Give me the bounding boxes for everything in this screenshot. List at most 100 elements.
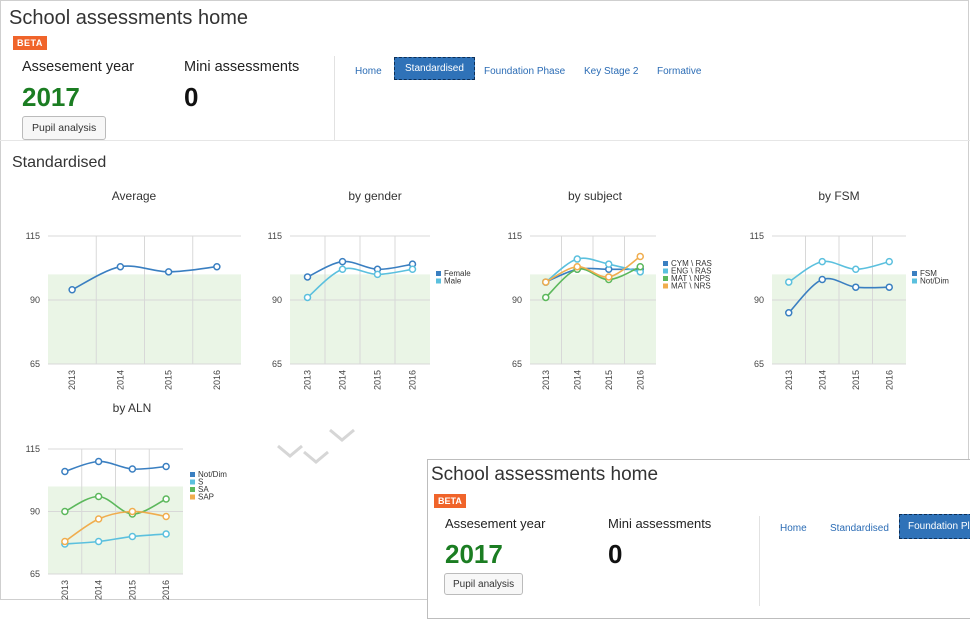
checkmark-icon	[329, 428, 355, 442]
x-tick-label: 2015	[851, 370, 861, 390]
legend-swatch	[190, 487, 195, 492]
overlay-beta-badge: BETA	[434, 494, 466, 508]
chart-title: by FSM	[818, 189, 859, 203]
x-tick-label: 2013	[60, 580, 70, 600]
chart-3: 65901152013 2014 2015 2016by FSMFSMNot/Dim	[750, 189, 950, 390]
data-point	[162, 530, 170, 538]
y-tick-label: 65	[512, 359, 522, 369]
x-tick-label: 2013	[67, 370, 77, 390]
data-point	[128, 507, 137, 516]
data-point	[573, 255, 581, 263]
data-point	[818, 275, 826, 284]
legend-swatch	[912, 278, 917, 284]
y-tick-label: 90	[754, 295, 764, 305]
legend-label: Male	[444, 277, 462, 286]
data-point	[61, 507, 69, 516]
x-tick-label: 2016	[161, 580, 171, 600]
y-tick-label: 65	[30, 569, 40, 579]
data-point	[128, 465, 137, 473]
data-point	[373, 270, 382, 279]
overlay-pupil-analysis-button[interactable]: Pupil analysis	[444, 573, 524, 595]
x-tick-label: 2013	[784, 370, 794, 390]
data-point	[885, 257, 893, 266]
legend-swatch	[190, 472, 195, 477]
overlay-mini-value: 0	[608, 539, 623, 569]
x-tick-label: 2016	[635, 370, 645, 390]
data-point	[116, 262, 125, 271]
data-point	[408, 265, 417, 274]
data-point	[605, 260, 613, 268]
overlay-tab-standardised[interactable]: Standardised	[830, 523, 889, 534]
data-point	[61, 537, 69, 546]
overlay-screenshot: School assessments home BETA Assesement …	[427, 459, 970, 619]
x-tick-label: 2015	[373, 370, 383, 390]
x-tick-label: 2015	[604, 370, 614, 390]
data-point	[303, 293, 312, 302]
legend-label: SAP	[198, 493, 214, 502]
overlay-year-label: Assesement year	[445, 516, 546, 531]
data-point	[818, 257, 826, 266]
data-point	[338, 265, 347, 274]
y-tick-label: 115	[26, 231, 40, 241]
data-point	[164, 268, 173, 276]
checkmark-icon	[303, 450, 329, 464]
overlay-tab-home[interactable]: Home	[780, 523, 807, 534]
x-tick-label: 2014	[115, 370, 125, 390]
chart-1: 65901152013 2014 2015 2016by genderFemaleMa…	[268, 189, 472, 390]
chart-2: 65901152013 2014 2015 2016by subjectCYM \ R…	[508, 189, 712, 390]
data-point	[303, 273, 312, 281]
data-point	[162, 512, 170, 521]
chart-title: by ALN	[113, 401, 152, 415]
chart-title: by subject	[568, 189, 623, 203]
legend-label: MAT \ NRS	[671, 282, 711, 291]
data-point	[785, 278, 793, 286]
legend-swatch	[190, 494, 195, 500]
data-point	[785, 309, 793, 317]
data-point	[94, 537, 103, 546]
overlay-mini-label: Mini assessments	[608, 516, 712, 531]
y-tick-label: 65	[30, 359, 40, 369]
overlay-app-title: School assessments home	[431, 464, 659, 485]
decorative-checkmarks	[277, 428, 355, 464]
x-tick-label: 2014	[572, 370, 582, 390]
x-tick-label: 2015	[164, 370, 174, 390]
chart-title: by gender	[348, 189, 401, 203]
data-point	[68, 286, 76, 294]
data-point	[605, 273, 613, 281]
data-point	[94, 492, 103, 501]
y-tick-label: 90	[30, 295, 40, 305]
overlay-tab-foundation-phase[interactable]: Foundation Pl	[899, 514, 970, 539]
chart-4: 65901152013 2014 2015 2016by ALNNot/DimSSAS…	[26, 401, 228, 600]
y-tick-label: 115	[26, 444, 40, 454]
y-tick-label: 90	[512, 295, 522, 305]
data-point	[636, 252, 644, 261]
legend-swatch	[912, 271, 917, 276]
y-tick-label: 115	[750, 231, 764, 241]
legend-swatch	[663, 261, 668, 266]
x-tick-label: 2016	[408, 370, 418, 390]
x-tick-label: 2016	[212, 370, 222, 390]
data-point	[573, 262, 581, 271]
x-tick-label: 2013	[541, 370, 551, 390]
x-tick-label: 2014	[94, 580, 104, 600]
data-point	[338, 257, 347, 266]
x-tick-label: 2016	[884, 370, 894, 390]
y-tick-label: 90	[30, 507, 40, 517]
chart-0: 65 90 115 2013 2014 2015 2016 Average	[26, 189, 241, 390]
data-point	[162, 462, 170, 471]
legend-swatch	[663, 283, 668, 289]
data-point	[885, 283, 893, 291]
y-tick-label: 115	[508, 231, 522, 241]
data-point	[852, 265, 860, 274]
legend-swatch	[190, 479, 195, 485]
legend-swatch	[436, 278, 441, 284]
chart-title: Average	[112, 189, 157, 203]
data-point	[162, 495, 170, 503]
data-point	[61, 467, 69, 476]
y-tick-label: 65	[272, 359, 282, 369]
legend-swatch	[436, 271, 441, 276]
data-point	[213, 262, 221, 271]
data-point	[94, 457, 103, 466]
y-tick-label: 90	[272, 295, 282, 305]
legend-swatch	[663, 276, 668, 281]
